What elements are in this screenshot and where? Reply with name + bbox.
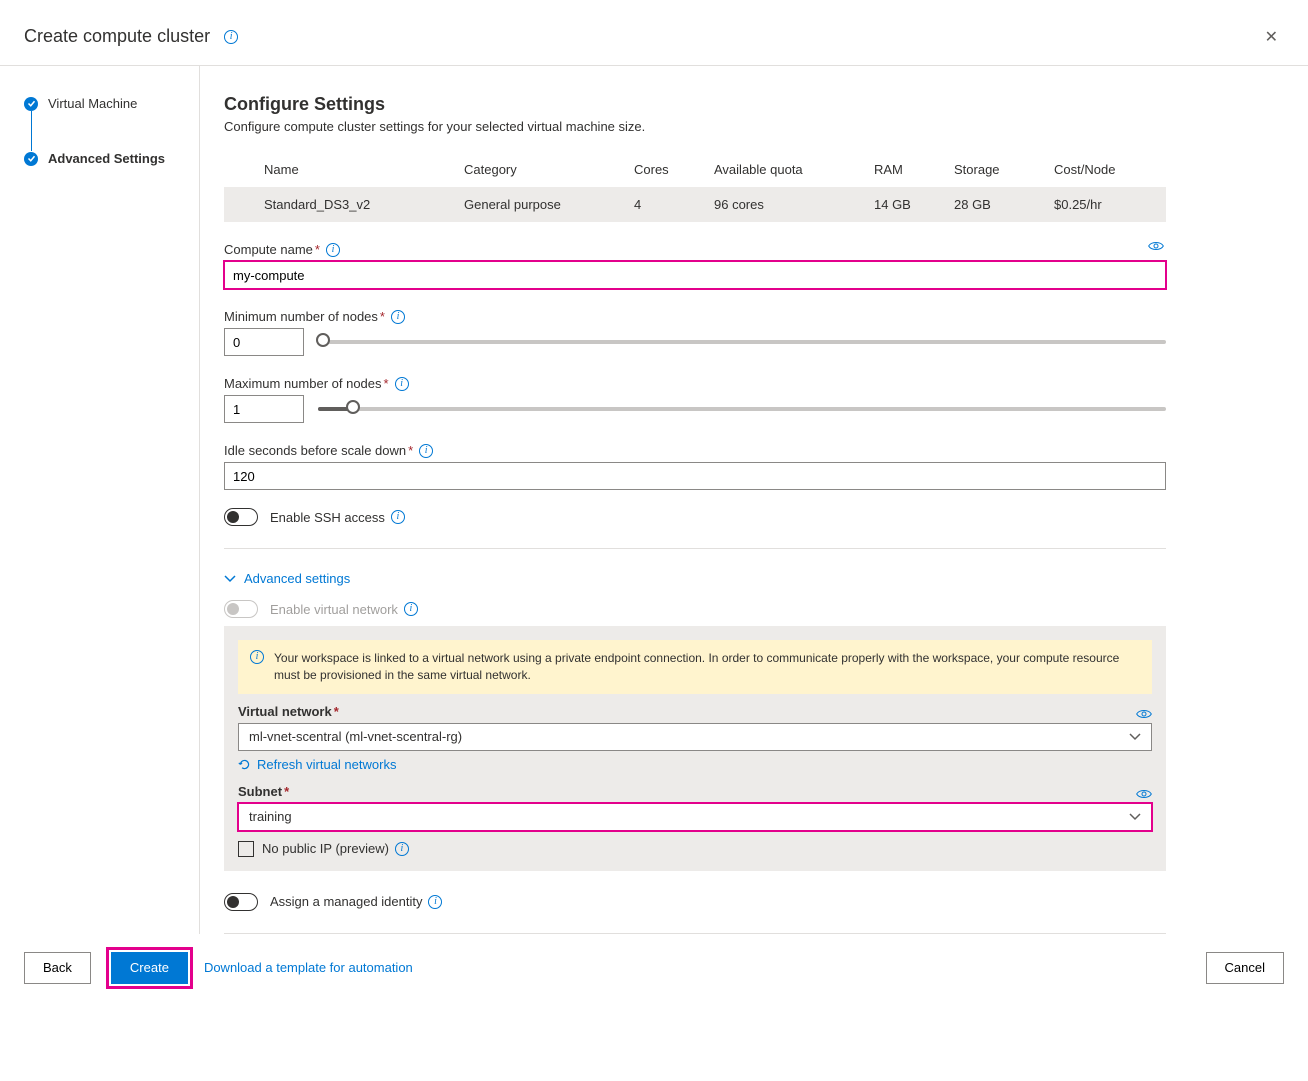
required-indicator: * — [380, 309, 385, 324]
chevron-down-icon — [1129, 731, 1141, 743]
wizard-steps: Virtual Machine Advanced Settings — [0, 66, 200, 934]
vnet-select[interactable]: ml-vnet-scentral (ml-vnet-scentral-rg) — [238, 723, 1152, 751]
enable-vnet-label: Enable virtual network — [270, 602, 398, 617]
subnet-label: Subnet — [238, 784, 282, 799]
idle-seconds-input[interactable] — [224, 462, 1166, 490]
back-button[interactable]: Back — [24, 952, 91, 984]
slider-handle[interactable] — [346, 400, 360, 414]
step-label: Advanced Settings — [48, 151, 165, 166]
step-label: Virtual Machine — [48, 96, 137, 111]
advanced-settings-label: Advanced settings — [244, 571, 350, 586]
required-indicator: * — [315, 242, 320, 257]
create-button[interactable]: Create — [111, 952, 188, 984]
info-icon[interactable]: i — [391, 310, 405, 324]
info-icon[interactable]: i — [419, 444, 433, 458]
col-cost: Cost/Node — [1054, 162, 1166, 177]
main-content: Configure Settings Configure compute clu… — [200, 66, 1190, 934]
no-public-ip-label: No public IP (preview) — [262, 841, 389, 856]
cell-ram: 14 GB — [874, 197, 954, 212]
subnet-value: training — [249, 809, 292, 824]
max-nodes-slider[interactable] — [318, 407, 1166, 411]
cancel-button[interactable]: Cancel — [1206, 952, 1284, 984]
col-quota: Available quota — [714, 162, 874, 177]
info-icon[interactable]: i — [395, 842, 409, 856]
compute-name-label: Compute name — [224, 242, 313, 257]
vnet-label: Virtual network — [238, 704, 332, 719]
max-nodes-label: Maximum number of nodes — [224, 376, 382, 391]
compute-name-input[interactable] — [224, 261, 1166, 289]
col-name: Name — [264, 162, 464, 177]
vnet-value: ml-vnet-scentral (ml-vnet-scentral-rg) — [249, 729, 462, 744]
advanced-settings-toggle[interactable]: Advanced settings — [224, 571, 1166, 586]
preview-eye-icon[interactable] — [1136, 708, 1152, 723]
min-nodes-input[interactable] — [224, 328, 304, 356]
cell-category: General purpose — [464, 197, 634, 212]
idle-seconds-label: Idle seconds before scale down — [224, 443, 406, 458]
chevron-down-icon — [1129, 811, 1141, 823]
info-icon[interactable]: i — [224, 30, 238, 44]
table-row: Standard_DS3_v2 General purpose 4 96 cor… — [224, 187, 1166, 222]
info-icon[interactable]: i — [326, 243, 340, 257]
col-storage: Storage — [954, 162, 1054, 177]
enable-ssh-label: Enable SSH access — [270, 510, 385, 525]
managed-identity-label: Assign a managed identity — [270, 894, 422, 909]
refresh-vnets-link[interactable]: Refresh virtual networks — [238, 757, 396, 772]
required-indicator: * — [284, 784, 289, 799]
download-template-link[interactable]: Download a template for automation — [204, 960, 413, 975]
check-icon — [24, 152, 38, 166]
info-icon[interactable]: i — [428, 895, 442, 909]
dialog-title: Create compute cluster — [24, 26, 210, 47]
info-icon[interactable]: i — [391, 510, 405, 524]
cell-name: Standard_DS3_v2 — [264, 197, 464, 212]
cell-cost: $0.25/hr — [1054, 197, 1166, 212]
col-category: Category — [464, 162, 634, 177]
refresh-icon — [238, 758, 251, 771]
cell-storage: 28 GB — [954, 197, 1054, 212]
no-public-ip-checkbox[interactable] — [238, 841, 254, 857]
col-ram: RAM — [874, 162, 954, 177]
refresh-label: Refresh virtual networks — [257, 757, 396, 772]
info-icon[interactable]: i — [404, 602, 418, 616]
preview-eye-icon[interactable] — [1148, 240, 1164, 255]
banner-text: Your workspace is linked to a virtual ne… — [274, 651, 1119, 682]
slider-handle[interactable] — [316, 333, 330, 347]
preview-eye-icon[interactable] — [1136, 788, 1152, 803]
info-icon: i — [250, 650, 264, 664]
step-connector — [31, 111, 32, 151]
min-nodes-label: Minimum number of nodes — [224, 309, 378, 324]
chevron-down-icon — [224, 573, 236, 585]
vnet-panel: i Your workspace is linked to a virtual … — [224, 626, 1166, 871]
step-virtual-machine[interactable]: Virtual Machine — [24, 96, 199, 111]
min-nodes-slider[interactable] — [318, 340, 1166, 344]
enable-ssh-toggle[interactable] — [224, 508, 258, 526]
enable-vnet-toggle[interactable] — [224, 600, 258, 618]
cell-quota: 96 cores — [714, 197, 874, 212]
max-nodes-input[interactable] — [224, 395, 304, 423]
section-desc: Configure compute cluster settings for y… — [224, 119, 1166, 134]
info-icon[interactable]: i — [395, 377, 409, 391]
cell-cores: 4 — [634, 197, 714, 212]
required-indicator: * — [384, 376, 389, 391]
section-title: Configure Settings — [224, 94, 1166, 115]
vnet-info-banner: i Your workspace is linked to a virtual … — [238, 640, 1152, 694]
required-indicator: * — [334, 704, 339, 719]
close-button[interactable]: ✕ — [1265, 27, 1278, 47]
subnet-select[interactable]: training — [238, 803, 1152, 831]
dialog-header: Create compute cluster i ✕ — [0, 0, 1308, 66]
required-indicator: * — [408, 443, 413, 458]
wizard-footer: Back Create Download a template for auto… — [0, 934, 1308, 1002]
col-cores: Cores — [634, 162, 714, 177]
managed-identity-toggle[interactable] — [224, 893, 258, 911]
check-icon — [24, 97, 38, 111]
vm-summary-table: Name Category Cores Available quota RAM … — [224, 152, 1166, 222]
step-advanced-settings[interactable]: Advanced Settings — [24, 151, 199, 166]
